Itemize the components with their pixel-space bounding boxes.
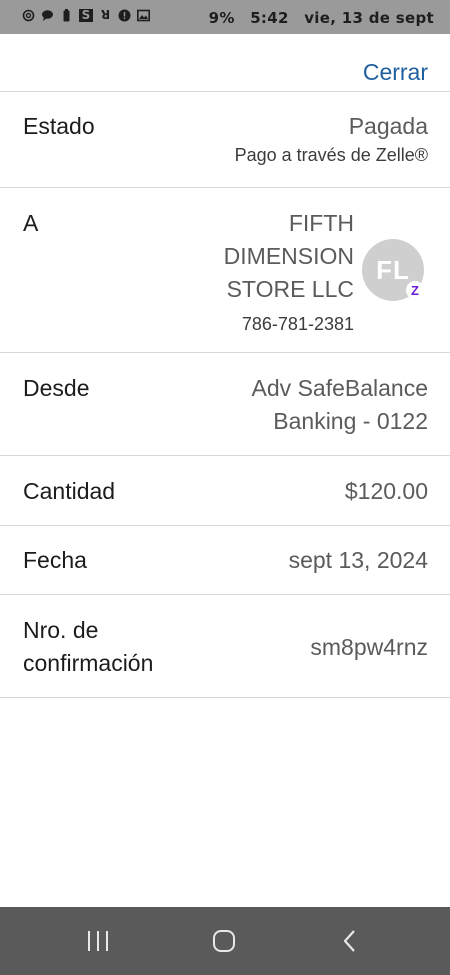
battery-alert-icon	[60, 9, 73, 22]
navigation-bar	[0, 907, 450, 975]
gallery-icon	[137, 9, 150, 22]
recipient-name-line3: STORE LLC	[226, 276, 354, 302]
back-icon[interactable]	[330, 927, 370, 955]
amount-row: Cantidad $120.00	[0, 456, 450, 526]
battery-level: 9%	[208, 9, 235, 27]
chat-icon	[41, 9, 54, 22]
date: vie, 13 de sept	[304, 9, 434, 27]
confirmation-label-line1: Nro. de	[23, 617, 99, 643]
from-account: Adv SafeBalance Banking - 0122	[252, 372, 428, 438]
recents-icon[interactable]	[78, 927, 118, 955]
notification-icons: S ꓤ	[22, 9, 150, 22]
confirmation-row: Nro. de confirmación sm8pw4rnz	[0, 595, 450, 698]
alert-icon	[118, 9, 131, 22]
r-icon: ꓤ	[100, 8, 111, 22]
from-label: Desde	[23, 375, 90, 401]
from-row: Desde Adv SafeBalance Banking - 0122	[0, 353, 450, 456]
recipient-name-line1: FIFTH	[288, 210, 354, 236]
home-icon[interactable]	[204, 927, 244, 955]
amount-value: $120.00	[344, 478, 428, 504]
recipient-phone: 786-781-2381	[241, 314, 354, 334]
s-app-icon: S	[79, 9, 93, 22]
avatar-initials: FL	[376, 254, 410, 285]
header: Cerrar	[0, 34, 450, 92]
amount-label: Cantidad	[23, 478, 116, 504]
status-row: Estado Pagada Pago a través de Zelle®	[0, 91, 450, 188]
status-value: Pagada	[348, 113, 428, 139]
payment-method-note: Pago a través de Zelle®	[234, 145, 428, 165]
from-account-line2: Banking - 0122	[273, 408, 428, 434]
zelle-icon: Z	[406, 281, 424, 299]
status-right: 9% 5:42 vie, 13 de sept	[199, 9, 434, 27]
confirmation-number: sm8pw4rnz	[310, 634, 428, 660]
confirmation-label: Nro. de confirmación	[23, 614, 153, 680]
date-row: Fecha sept 13, 2024	[0, 526, 450, 595]
from-account-line1: Adv SafeBalance	[251, 375, 428, 401]
threads-icon	[22, 9, 35, 22]
recipient-label: A	[23, 210, 39, 236]
date-value: sept 13, 2024	[288, 547, 428, 573]
recipient-name-line2: DIMENSION	[223, 243, 354, 269]
close-button[interactable]: Cerrar	[363, 59, 428, 86]
status-bar: S ꓤ 9% 5:42 vie, 13 de sept	[0, 0, 450, 34]
date-label: Fecha	[23, 547, 87, 573]
recipient-name: FIFTH DIMENSION STORE LLC	[224, 207, 354, 306]
status-label: Estado	[23, 113, 95, 139]
clock: 5:42	[250, 9, 289, 27]
confirmation-label-line2: confirmación	[23, 650, 154, 676]
